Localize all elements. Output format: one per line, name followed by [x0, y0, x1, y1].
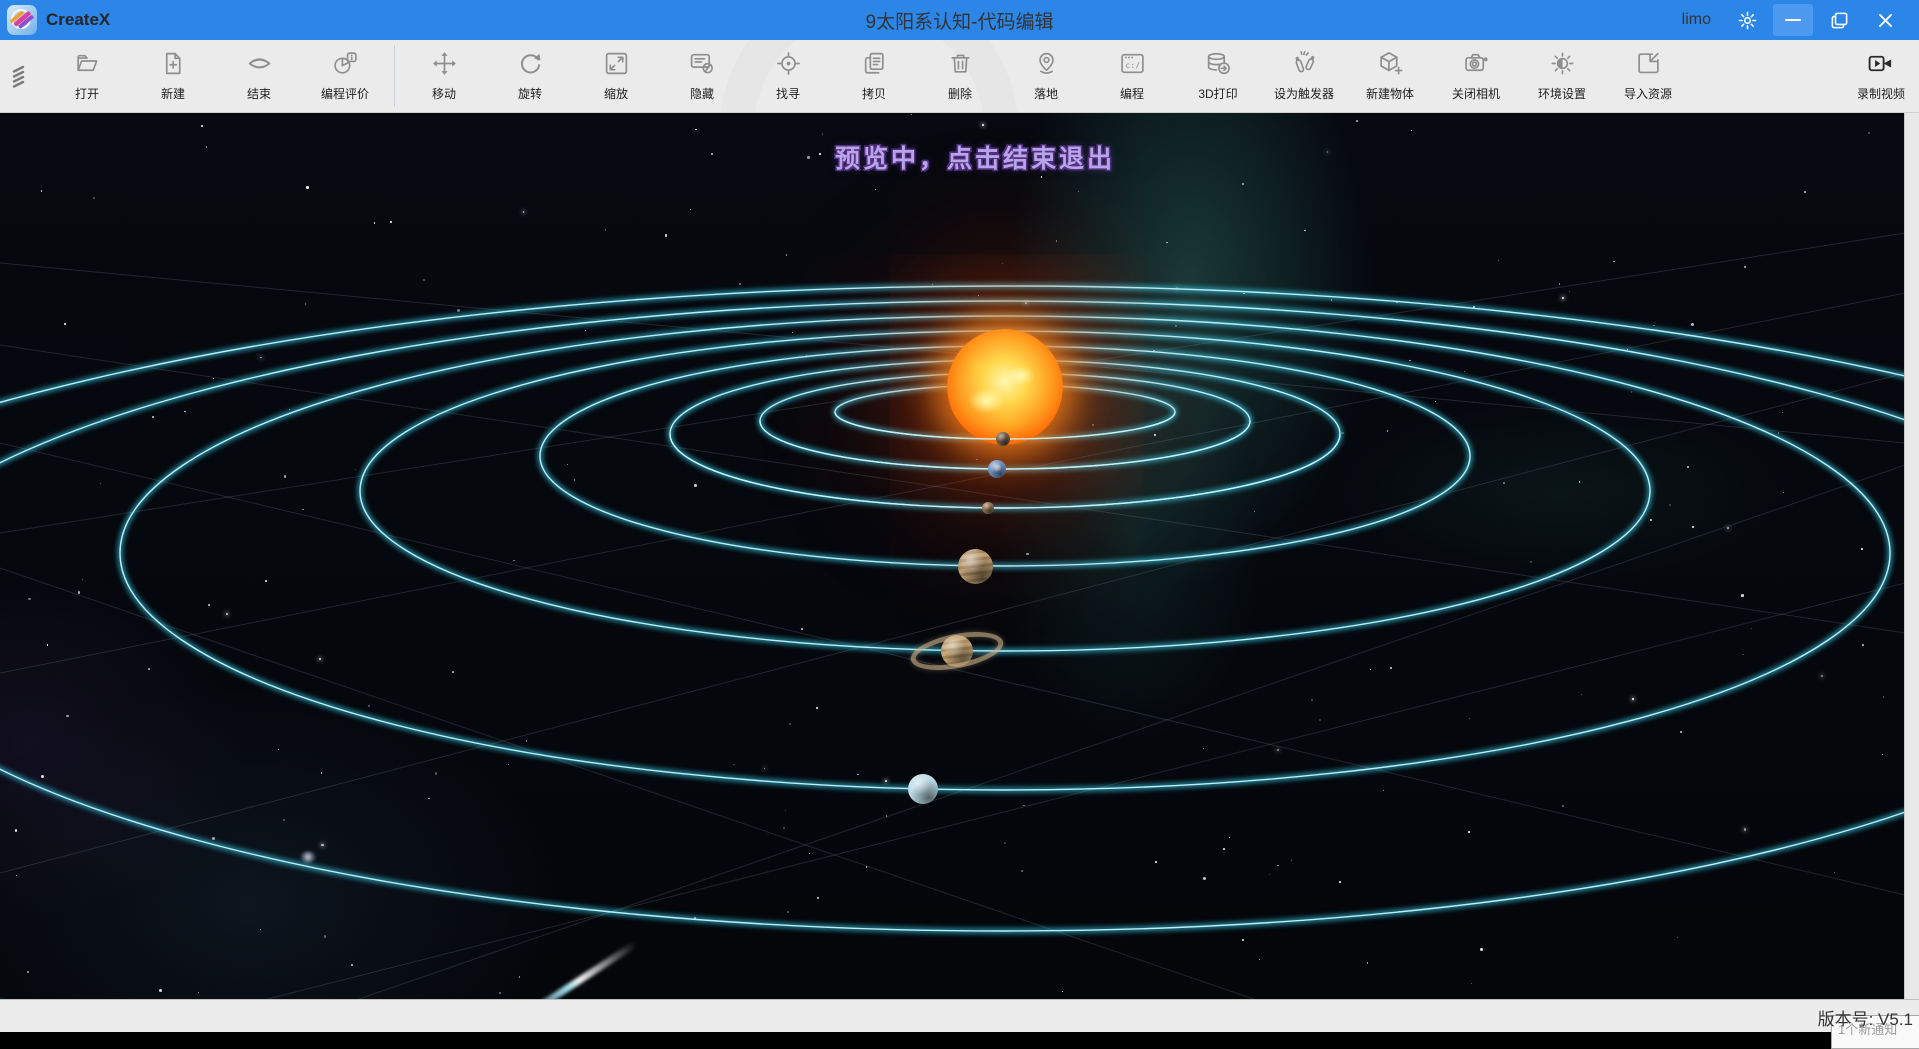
- planet-earth[interactable]: [988, 460, 1006, 478]
- copy-icon: [861, 50, 888, 82]
- restore-icon: [1830, 11, 1849, 30]
- environment-icon: [1549, 50, 1576, 82]
- toolbar-button-delete[interactable]: 删除: [917, 40, 1003, 112]
- toolbar-label: 编程评价: [321, 85, 369, 102]
- toolbar-label: 新建: [161, 85, 185, 102]
- toolbar-button-rotate[interactable]: 旋转: [487, 40, 573, 112]
- planet-sun[interactable]: [947, 329, 1063, 445]
- program-evaluate-icon: [332, 50, 359, 82]
- toolbar-label: 结束: [247, 85, 271, 102]
- toolbar-label: 找寻: [776, 85, 800, 102]
- toolbar-button-end[interactable]: 结束: [216, 40, 302, 112]
- toolbar-label: 环境设置: [1538, 85, 1586, 102]
- rotate-icon: [517, 50, 544, 82]
- toolbar-label: 打开: [75, 85, 99, 102]
- move-icon: [431, 50, 458, 82]
- hide-icon: [689, 50, 716, 82]
- svg-text:c:/: c:/: [1125, 60, 1140, 70]
- toolbar-button-print3d[interactable]: 3D打印: [1175, 40, 1261, 112]
- toolbar-label: 编程: [1120, 85, 1144, 102]
- toolbar-button-import[interactable]: 导入资源: [1605, 40, 1691, 112]
- toolbar-button-copy[interactable]: 拷贝: [831, 40, 917, 112]
- toolbar-button-move[interactable]: 移动: [401, 40, 487, 112]
- toolbar-label: 移动: [432, 85, 456, 102]
- planet-mars[interactable]: [982, 502, 994, 514]
- toolbar-button-hide[interactable]: 隐藏: [659, 40, 745, 112]
- print3d-icon: [1205, 50, 1232, 82]
- toolbar-items: 打开 新建 结束 编程评价 移动 旋转 缩放 隐藏 找寻 拷贝 删除: [44, 40, 1691, 112]
- minimize-icon: [1785, 19, 1801, 22]
- version-label: 版本号: V5.1: [1818, 1005, 1913, 1030]
- end-icon: [246, 50, 273, 82]
- scale-icon: [603, 50, 630, 82]
- orbit-rings: [0, 113, 1919, 999]
- planet-mercury[interactable]: [996, 432, 1010, 446]
- toolbar-button-camera-off[interactable]: 关闭相机: [1433, 40, 1519, 112]
- toolbar-label: 删除: [948, 85, 972, 102]
- titlebar-controls: limo: [1682, 4, 1905, 36]
- toolbar-button-open-folder[interactable]: 打开: [44, 40, 130, 112]
- toolbar-button-environment[interactable]: 环境设置: [1519, 40, 1605, 112]
- close-button[interactable]: [1865, 4, 1905, 36]
- toolbar-label: 导入资源: [1624, 85, 1672, 102]
- import-icon: [1635, 50, 1662, 82]
- settings-button[interactable]: [1727, 4, 1767, 36]
- window-title: 9太阳系认知-代码编辑: [0, 7, 1919, 34]
- toolbar-label: 3D打印: [1198, 85, 1237, 102]
- delete-icon: [947, 50, 974, 82]
- username-label: limo: [1682, 11, 1711, 29]
- toolbar-button-new-file[interactable]: 新建: [130, 40, 216, 112]
- planet-saturn[interactable]: [941, 635, 973, 667]
- toolbar: 打开 新建 结束 编程评价 移动 旋转 缩放 隐藏 找寻 拷贝 删除: [0, 40, 1919, 113]
- camera-off-icon: [1463, 50, 1490, 82]
- toolbar-button-new-object[interactable]: 新建物体: [1347, 40, 1433, 112]
- restore-button[interactable]: [1819, 4, 1859, 36]
- land-icon: [1033, 50, 1060, 82]
- distant-galaxy: [300, 851, 316, 863]
- toolbar-label: 落地: [1034, 85, 1058, 102]
- toolbar-label: 隐藏: [690, 85, 714, 102]
- scene-scrollbar[interactable]: [1904, 113, 1919, 999]
- toolbar-label: 设为触发器: [1274, 85, 1334, 102]
- open-folder-icon: [74, 50, 101, 82]
- find-icon: [775, 50, 802, 82]
- toolbar-button-land[interactable]: 落地: [1003, 40, 1089, 112]
- close-icon: [1876, 11, 1895, 30]
- menu-button[interactable]: [0, 46, 44, 106]
- gear-icon: [1737, 10, 1758, 31]
- app-window: CreateX 9太阳系认知-代码编辑 limo: [0, 0, 1919, 1032]
- toolbar-separator: [394, 45, 395, 107]
- toolbar-label: 拷贝: [862, 85, 886, 102]
- menu-lines-icon: [9, 63, 35, 89]
- new-file-icon: [160, 50, 187, 82]
- toolbar-button-find[interactable]: 找寻: [745, 40, 831, 112]
- new-object-icon: [1377, 50, 1404, 82]
- planet-uranus[interactable]: [908, 774, 938, 804]
- toolbar-label: 关闭相机: [1452, 85, 1500, 102]
- trigger-icon: [1291, 50, 1318, 82]
- toolbar-label: 新建物体: [1366, 85, 1414, 102]
- toolbar-label: 缩放: [604, 85, 628, 102]
- statusbar: 1个新通知 版本号: V5.1: [0, 999, 1919, 1032]
- preview-banner: 预览中，点击结束退出: [835, 139, 1115, 175]
- toolbar-button-scale[interactable]: 缩放: [573, 40, 659, 112]
- toolbar-button-program-evaluate[interactable]: 编程评价: [302, 40, 388, 112]
- toolbar-button-trigger[interactable]: 设为触发器: [1261, 40, 1347, 112]
- toolbar-button-code[interactable]: c:/ 编程: [1089, 40, 1175, 112]
- code-icon: c:/: [1119, 50, 1146, 82]
- scene-viewport[interactable]: 预览中，点击结束退出: [0, 113, 1919, 999]
- minimize-button[interactable]: [1773, 4, 1813, 36]
- titlebar: CreateX 9太阳系认知-代码编辑 limo: [0, 0, 1919, 40]
- record-video-icon: [1867, 50, 1894, 82]
- record-video-button[interactable]: 录制视频: [1857, 50, 1905, 102]
- sun-texture: [947, 329, 1063, 445]
- app-name: CreateX: [46, 10, 110, 30]
- toolbar-label: 旋转: [518, 85, 542, 102]
- planet-jupiter[interactable]: [958, 549, 993, 584]
- app-logo-icon: [7, 5, 37, 35]
